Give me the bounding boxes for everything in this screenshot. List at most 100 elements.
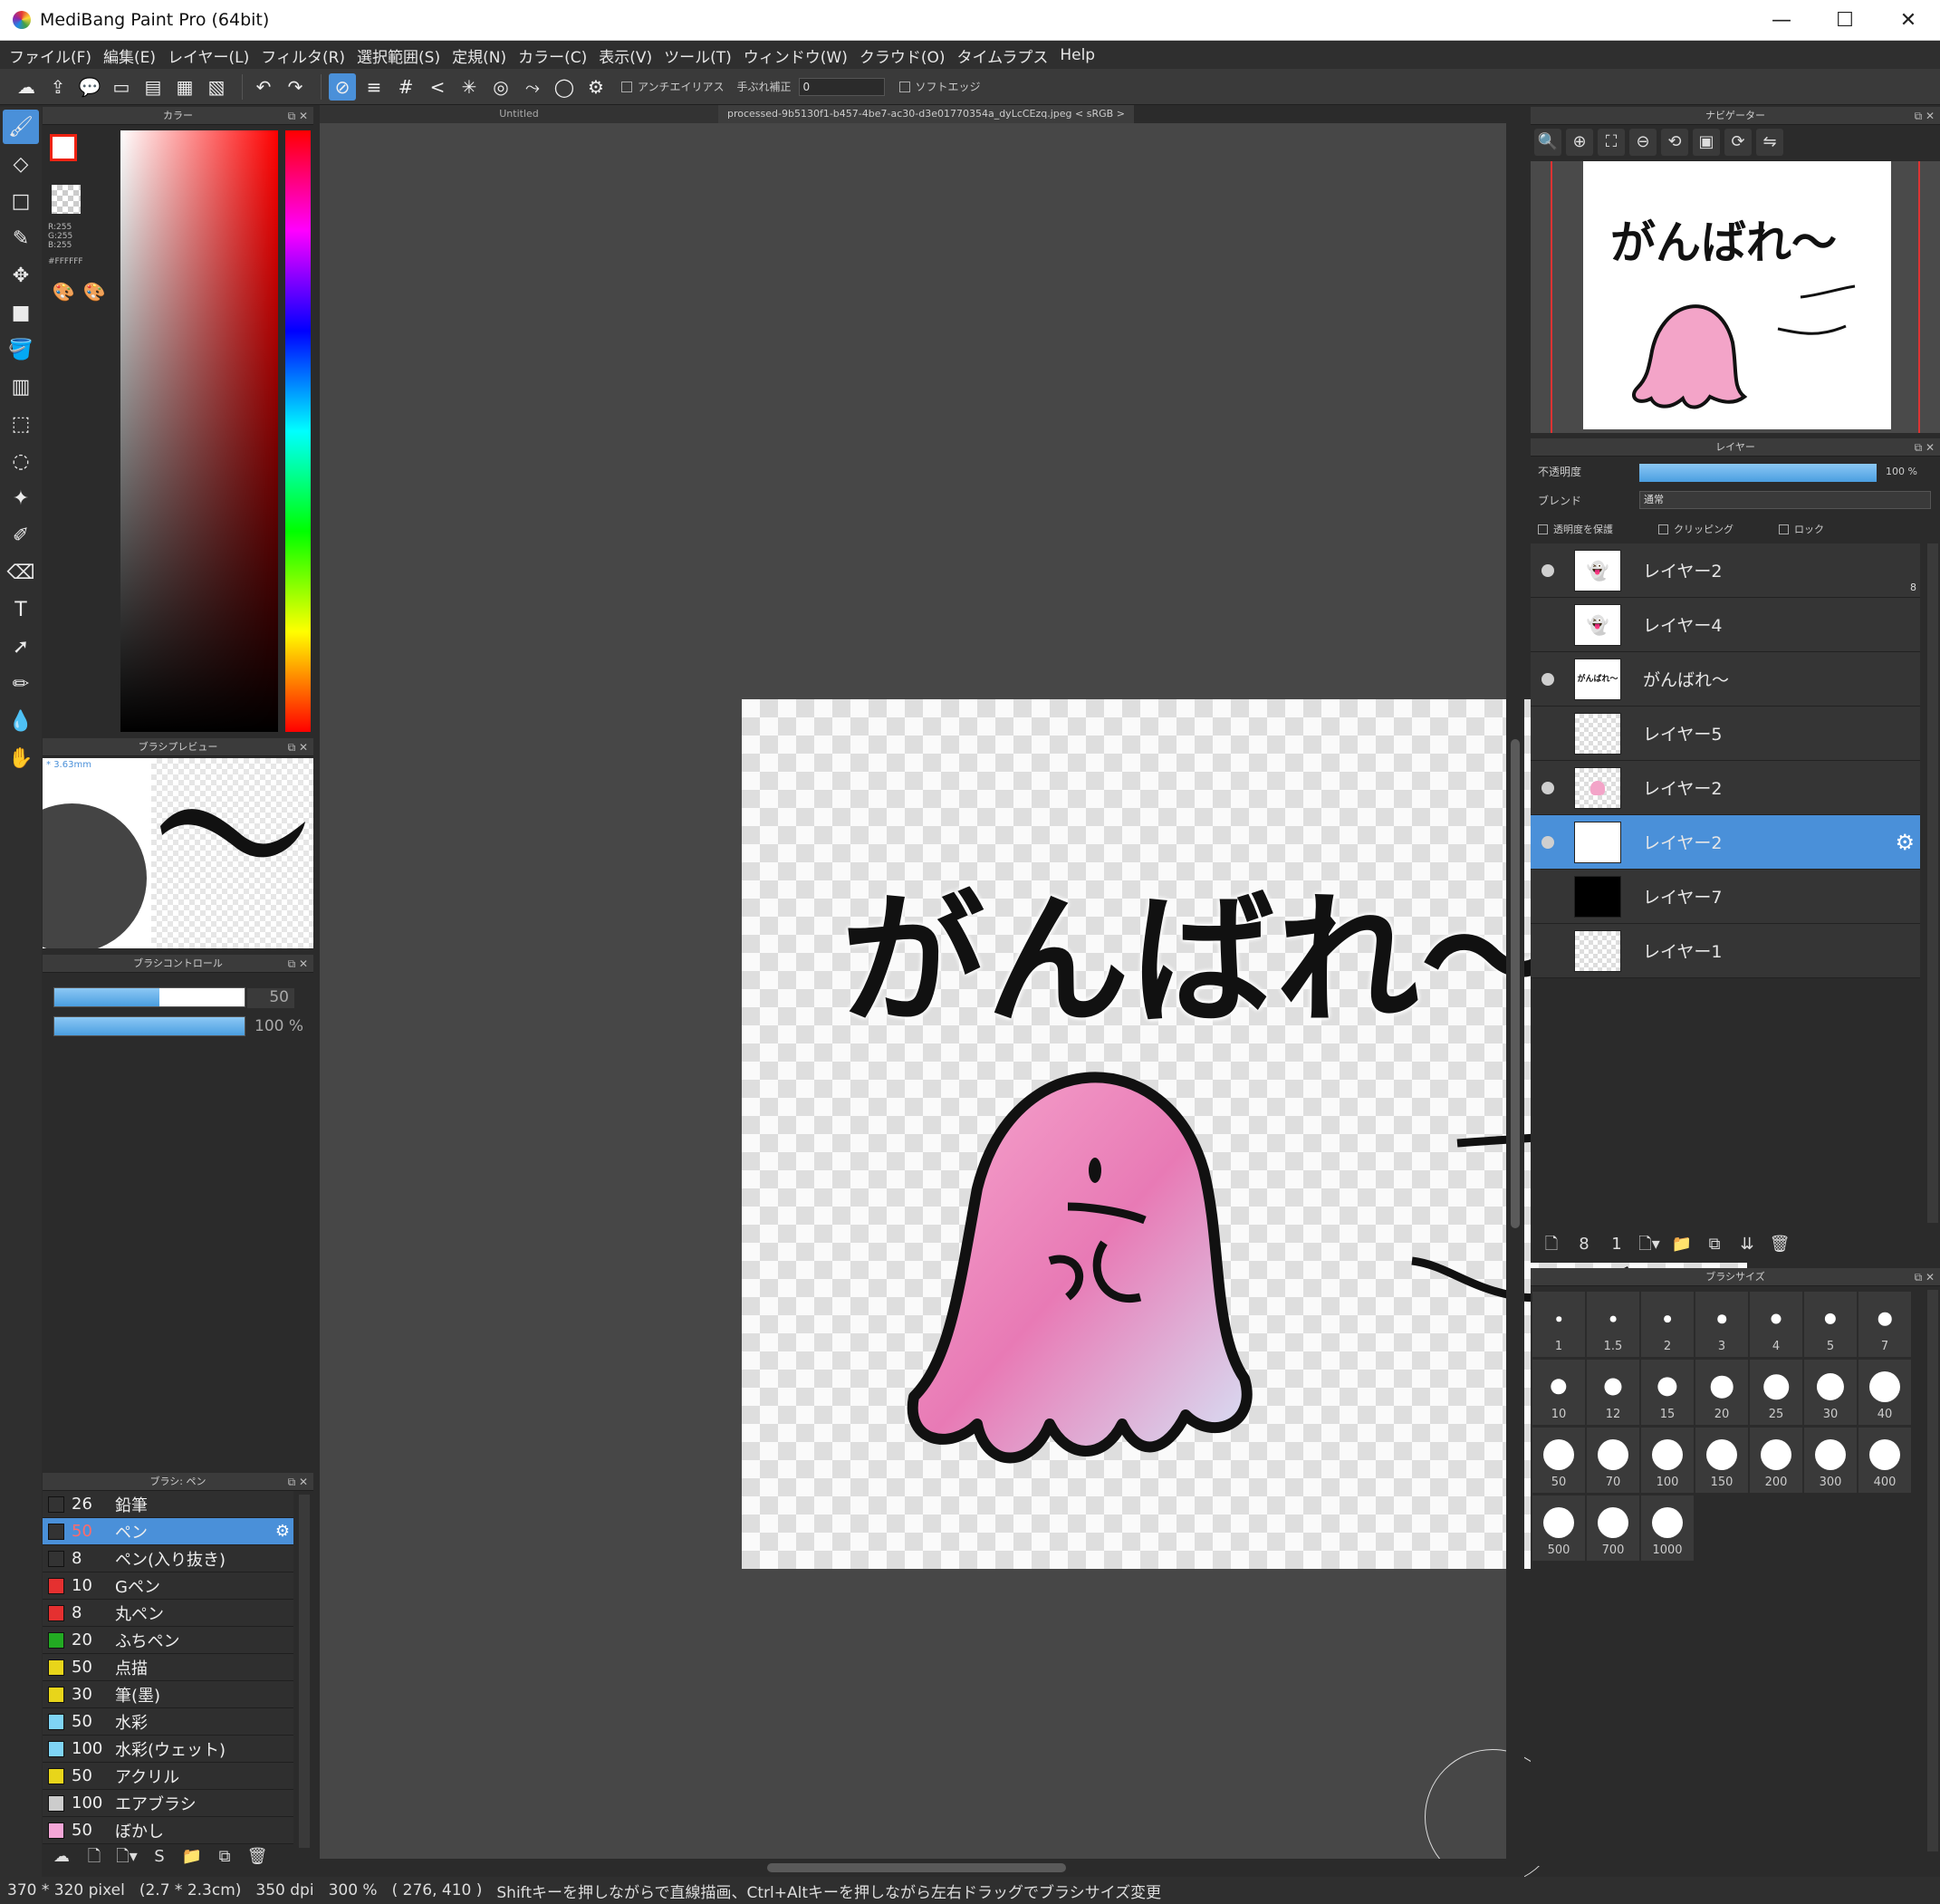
cloud-icon[interactable]: ☁ bbox=[13, 73, 40, 101]
menu-tool[interactable]: ツール(T) bbox=[662, 44, 742, 67]
close-button[interactable]: ✕ bbox=[1877, 0, 1940, 41]
brush-size-cell[interactable]: 300 bbox=[1804, 1428, 1857, 1493]
stabilizer-select[interactable]: 0 bbox=[798, 77, 885, 96]
brush-size-cell[interactable]: 700 bbox=[1587, 1495, 1639, 1561]
delete-brush-icon[interactable]: 🗑 bbox=[244, 1843, 271, 1870]
zoom-out-icon[interactable]: ⊖ bbox=[1629, 129, 1657, 156]
brush-size-cell[interactable]: 70 bbox=[1587, 1428, 1639, 1493]
snap-off-icon[interactable]: ⊘ bbox=[329, 72, 356, 101]
palette-icon[interactable]: 🎨 bbox=[50, 281, 77, 308]
script-brush-icon[interactable]: S bbox=[146, 1843, 173, 1870]
eraser-tool-icon[interactable]: ◇ bbox=[3, 147, 39, 181]
brush-item[interactable]: 50 点描 bbox=[43, 1654, 293, 1681]
panel-close-icon[interactable]: ⧉ ✕ bbox=[288, 107, 308, 125]
actual-size-icon[interactable]: ▣ bbox=[1693, 129, 1720, 156]
menu-layer[interactable]: レイヤー(L) bbox=[166, 44, 259, 67]
brush-size-cell[interactable]: 150 bbox=[1695, 1428, 1748, 1493]
brush-size-cell[interactable]: 1000 bbox=[1641, 1495, 1694, 1561]
zoom-icon[interactable]: 🔍 bbox=[1534, 129, 1561, 156]
dot-tool-icon[interactable]: ✎ bbox=[3, 221, 39, 255]
brush-size-cell[interactable]: 20 bbox=[1695, 1360, 1748, 1425]
redo-icon[interactable]: ↷ bbox=[282, 73, 309, 101]
brush-size-cell[interactable]: 200 bbox=[1750, 1428, 1802, 1493]
layer-list-scrollbar[interactable] bbox=[1927, 543, 1938, 1223]
canvas-horizontal-scrollbar[interactable] bbox=[320, 1859, 1524, 1877]
parallel-snap-icon[interactable]: ≡ bbox=[360, 73, 388, 101]
shape-tool-icon[interactable]: □ bbox=[3, 184, 39, 218]
visibility-toggle[interactable] bbox=[1541, 563, 1554, 577]
brush-tool-icon[interactable]: 🖌 bbox=[3, 110, 39, 144]
navigator-preview[interactable]: がんばれ〜 bbox=[1531, 161, 1940, 433]
comment-icon[interactable]: ▭ bbox=[108, 73, 135, 101]
brush-size-cell[interactable]: 3 bbox=[1695, 1292, 1748, 1357]
layer-folder-icon[interactable]: 📁 bbox=[1668, 1231, 1695, 1258]
visibility-toggle[interactable] bbox=[1541, 835, 1554, 849]
brush-item[interactable]: 50 ペン ⚙ bbox=[43, 1518, 293, 1545]
brush-item[interactable]: 26 鉛筆 bbox=[43, 1491, 293, 1518]
visibility-toggle[interactable] bbox=[1541, 727, 1554, 740]
new-8bit-layer-icon[interactable]: 8 bbox=[1570, 1231, 1598, 1258]
clipping-checkbox[interactable]: クリッピング bbox=[1658, 522, 1734, 536]
brush-item[interactable]: 30 筆(墨) bbox=[43, 1681, 293, 1708]
brush-size-field[interactable]: 50 bbox=[247, 988, 294, 1008]
panel-close-icon[interactable]: ⧉ ✕ bbox=[288, 955, 308, 973]
rotate-left-icon[interactable]: ⟲ bbox=[1661, 129, 1688, 156]
merge-layer-icon[interactable]: ⇊ bbox=[1734, 1231, 1761, 1258]
brush-size-cell[interactable]: 12 bbox=[1587, 1360, 1639, 1425]
brush-size-cell[interactable]: 1.5 bbox=[1587, 1292, 1639, 1357]
rotate-right-icon[interactable]: ⟳ bbox=[1724, 129, 1752, 156]
hue-slider[interactable] bbox=[285, 130, 311, 732]
brush-size-cell[interactable]: 50 bbox=[1532, 1428, 1585, 1493]
brush-item[interactable]: 50 アクリル bbox=[43, 1763, 293, 1790]
gear-icon[interactable]: ⚙ bbox=[275, 1522, 290, 1541]
divide-tool-icon[interactable]: ✏ bbox=[3, 667, 39, 701]
tab-untitled[interactable]: Untitled bbox=[320, 105, 718, 123]
eyedropper-tool-icon[interactable]: 💧 bbox=[3, 704, 39, 738]
snap-settings-icon[interactable]: ⚙ bbox=[582, 73, 610, 101]
radial-snap-icon[interactable]: ✳ bbox=[456, 73, 483, 101]
select-rect-tool-icon[interactable]: ⬚ bbox=[3, 407, 39, 441]
menu-window[interactable]: ウィンドウ(W) bbox=[742, 44, 858, 67]
page-icon[interactable]: ▤ bbox=[139, 73, 167, 101]
operation-tool-icon[interactable]: ➚ bbox=[3, 630, 39, 664]
brush-size-cell[interactable]: 25 bbox=[1750, 1360, 1802, 1425]
brush-list-scrollbar[interactable] bbox=[299, 1495, 310, 1848]
tab-processed-image[interactable]: processed-9b5130f1-b457-4be7-ac30-d3e017… bbox=[718, 105, 1134, 123]
visibility-toggle[interactable] bbox=[1541, 672, 1554, 686]
gear-icon[interactable]: ⚙ bbox=[1895, 830, 1915, 855]
brush-size-cell[interactable]: 30 bbox=[1804, 1360, 1857, 1425]
duplicate-layer-icon[interactable]: ⧉ bbox=[1701, 1231, 1728, 1258]
layer-row[interactable]: レイヤー5 bbox=[1531, 707, 1920, 761]
menu-ruler[interactable]: 定規(N) bbox=[450, 44, 516, 67]
brush-size-cell[interactable]: 500 bbox=[1532, 1495, 1585, 1561]
cross-snap-icon[interactable]: # bbox=[392, 73, 419, 101]
brush-size-cell[interactable]: 1 bbox=[1532, 1292, 1585, 1357]
new-1bit-layer-icon[interactable]: 1 bbox=[1603, 1231, 1630, 1258]
panel-close-icon[interactable]: ⧉ ✕ bbox=[1915, 1268, 1935, 1286]
circle-snap-icon[interactable]: ◎ bbox=[487, 73, 514, 101]
perspective-snap-icon[interactable]: < bbox=[424, 73, 451, 101]
layer-opacity-slider[interactable] bbox=[1639, 464, 1877, 482]
cloud-brush-icon[interactable]: ☁ bbox=[48, 1843, 75, 1870]
horizontal-scroll-thumb[interactable] bbox=[767, 1863, 1066, 1872]
layer-row[interactable]: レイヤー1 bbox=[1531, 924, 1920, 978]
add-layer-menu-icon[interactable]: 🗋▾ bbox=[1636, 1231, 1663, 1258]
menu-timelapse[interactable]: タイムラプス bbox=[956, 44, 1059, 67]
layer-row[interactable]: 👻 レイヤー2 8 bbox=[1531, 543, 1920, 598]
brush-size-cell[interactable]: 100 bbox=[1641, 1428, 1694, 1493]
menu-cloud[interactable]: クラウド(O) bbox=[858, 44, 956, 67]
lasso-tool-icon[interactable]: ◌ bbox=[3, 444, 39, 478]
brush-opacity-slider[interactable] bbox=[53, 1016, 245, 1036]
protect-alpha-checkbox[interactable]: 透明度を保護 bbox=[1538, 522, 1613, 536]
layer-row[interactable]: 👻 レイヤー4 bbox=[1531, 598, 1920, 652]
palette-settings-icon[interactable]: 🎨 bbox=[81, 281, 108, 308]
bucket-tool-icon[interactable]: 🪣 bbox=[3, 332, 39, 367]
minimize-button[interactable]: — bbox=[1750, 0, 1813, 41]
layer-row[interactable]: がんばれ〜 がんばれ〜 bbox=[1531, 652, 1920, 707]
brush-item[interactable]: 8 丸ペン bbox=[43, 1600, 293, 1627]
saturation-value-picker[interactable] bbox=[120, 130, 278, 732]
brush-size-cell[interactable]: 10 bbox=[1532, 1360, 1585, 1425]
softedge-checkbox[interactable] bbox=[898, 81, 910, 92]
transparent-color-swatch[interactable] bbox=[52, 185, 81, 214]
brush-size-scrollbar[interactable] bbox=[1927, 1290, 1938, 1851]
